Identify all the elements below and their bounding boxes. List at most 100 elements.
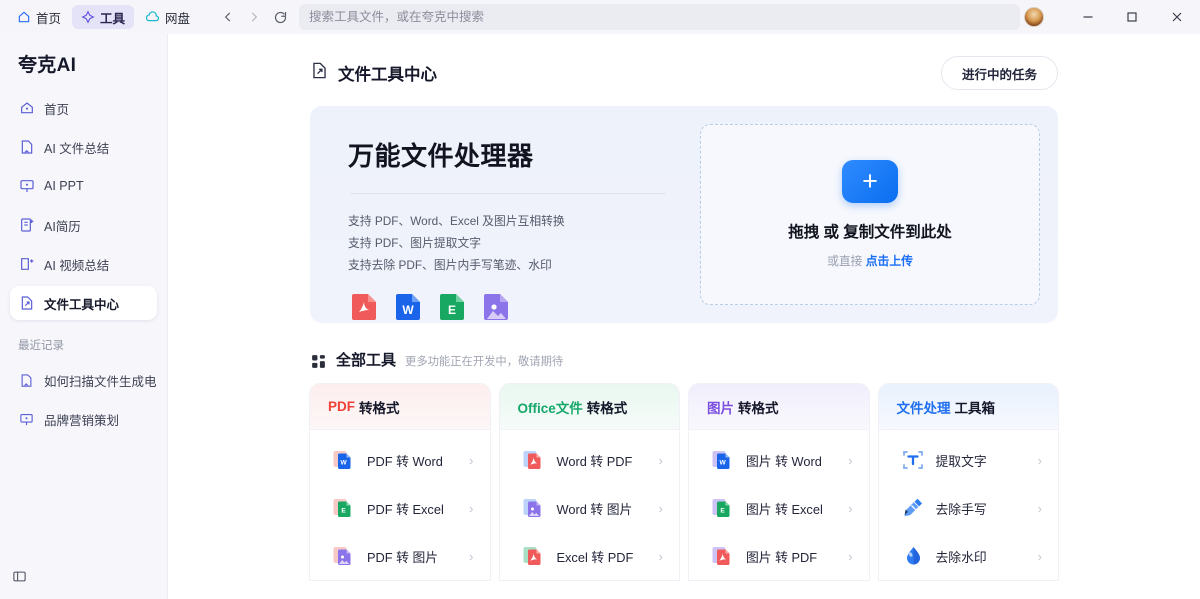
chevron-right-icon: › [659,549,663,564]
svg-text:W: W [402,303,414,317]
svg-text:W: W [719,460,726,467]
word-to-pdf-icon [522,448,546,472]
search-bar[interactable] [299,4,1020,30]
home-circle-icon [18,100,35,117]
hero-feature-1: 支持 PDF、Word、Excel 及图片互相转换 [348,210,686,232]
tool-card-pdf-rows: W PDF 转 Word › [310,430,490,580]
remove-handwriting-icon [901,496,925,520]
chevron-right-icon: › [469,549,473,564]
tool-row-pdf-to-image-label: PDF 转 图片 [367,547,458,566]
all-tools-subtitle: 更多功能正在开发中，敬请期待 [405,353,563,370]
sidebar-item-home[interactable]: 首页 [10,91,157,125]
sidebar-collapse-icon[interactable] [12,569,27,589]
image-file-icon [480,292,512,324]
file-drop-zone[interactable]: + 拖拽 或 复制文件到此处 或直接 点击上传 [700,124,1040,305]
close-button[interactable] [1154,0,1200,34]
tool-row-pdf-to-word-label: PDF 转 Word [367,451,458,470]
chevron-right-icon: › [659,501,663,516]
maximize-button[interactable] [1110,0,1154,34]
tool-card-toolbox-header: 文件处理 工具箱 [879,384,1059,430]
tool-row-extract-text[interactable]: 提取文字 › [879,436,1059,484]
tool-card-office-header: Office文件 转格式 [500,384,680,430]
tool-row-pdf-to-excel[interactable]: E PDF 转 Excel › [310,484,490,532]
sidebar-item-ppt[interactable]: AI PPT [10,169,157,203]
sidebar-item-home-label: 首页 [44,99,69,118]
tool-row-excel-to-pdf[interactable]: Excel 转 PDF › [500,532,680,580]
recent-item-brand-plan[interactable]: 品牌营销策划 [10,402,157,436]
tab-netdisk-label: 网盘 [165,8,190,27]
file-tools-icon [310,61,329,85]
minimize-button[interactable] [1066,0,1110,34]
hero-left: 万能文件处理器 支持 PDF、Word、Excel 及图片互相转换 支持 PDF… [328,124,686,305]
sidebar-item-video-summary[interactable]: AI 视频总结 [10,247,157,281]
file-summary-icon [18,139,35,156]
tool-row-pdf-to-excel-label: PDF 转 Excel [367,499,458,518]
tool-row-pdf-to-image[interactable]: PDF 转 图片 › [310,532,490,580]
tool-row-word-to-pdf[interactable]: Word 转 PDF › [500,436,680,484]
video-summary-icon [18,256,35,273]
back-button[interactable] [215,4,241,30]
hero-title: 万能文件处理器 [348,136,686,173]
chevron-right-icon: › [659,453,663,468]
chevron-right-icon: › [848,549,852,564]
all-tools-header: 全部工具 更多功能正在开发中，敬请期待 [310,349,1058,370]
tab-tools-label: 工具 [100,8,125,27]
tab-tools[interactable]: 工具 [72,5,134,29]
running-tasks-button[interactable]: 进行中的任务 [941,56,1058,90]
page-header: 文件工具中心 进行中的任务 [310,34,1058,90]
tool-card-pdf-keyword: PDF [328,399,355,414]
tool-card-office-rows: Word 转 PDF › [500,430,680,580]
tool-card-image-rows: W 图片 转 Word › [689,430,869,580]
chevron-right-icon: › [469,453,473,468]
pdf-to-image-icon [332,544,356,568]
hero-feature-list: 支持 PDF、Word、Excel 及图片互相转换 支持 PDF、图片提取文字 … [348,210,686,276]
tool-row-image-to-pdf[interactable]: 图片 转 PDF › [689,532,869,580]
tool-card-toolbox-rows: 提取文字 › [879,430,1059,580]
file-summary-icon [18,372,35,389]
window-controls-area [1024,0,1200,34]
title-bar: 首页 工具 网盘 [0,0,1200,34]
add-file-button[interactable]: + [842,160,898,203]
tool-row-remove-handwriting[interactable]: 去除手写 › [879,484,1059,532]
recent-item-scan-doc[interactable]: 如何扫描文件生成电子... [10,363,157,397]
tool-row-remove-handwriting-label: 去除手写 [936,499,1027,518]
click-upload-link[interactable]: 点击上传 [866,254,913,268]
sidebar-item-file-summary[interactable]: AI 文件总结 [10,130,157,164]
sidebar-item-file-tools-label: 文件工具中心 [44,294,119,313]
tool-row-image-to-pdf-label: 图片 转 PDF [746,547,837,566]
tool-row-image-to-word[interactable]: W 图片 转 Word › [689,436,869,484]
avatar[interactable] [1024,7,1044,27]
image-to-excel-icon: E [711,496,735,520]
tool-row-image-to-excel[interactable]: E 图片 转 Excel › [689,484,869,532]
drop-zone-title: 拖拽 或 复制文件到此处 [788,220,952,242]
search-input[interactable] [309,10,1010,24]
cloud-icon [145,10,160,25]
extract-text-icon [901,448,925,472]
pdf-to-excel-icon: E [332,496,356,520]
tool-row-pdf-to-word[interactable]: W PDF 转 Word › [310,436,490,484]
tab-home[interactable]: 首页 [8,5,70,29]
brand-title: 夸克AI [0,34,167,87]
pdf-to-word-icon: W [332,448,356,472]
recent-item-brand-plan-label: 品牌营销策划 [44,410,119,429]
refresh-button[interactable] [267,4,293,30]
sidebar-item-resume[interactable]: AI简历 [10,208,157,242]
tool-row-remove-watermark[interactable]: 去除水印 › [879,532,1059,580]
tool-card-pdf-rest: 转格式 [359,397,400,417]
excel-to-pdf-icon [522,544,546,568]
image-to-pdf-icon [711,544,735,568]
tool-row-image-to-word-label: 图片 转 Word [746,451,837,470]
file-tools-icon [18,295,35,312]
tool-row-word-to-image[interactable]: Word 转 图片 › [500,484,680,532]
forward-button[interactable] [241,4,267,30]
home-icon [17,10,31,24]
chevron-right-icon: › [848,501,852,516]
sidebar-item-ppt-label: AI PPT [44,179,84,193]
sidebar-item-file-tools[interactable]: 文件工具中心 [10,286,157,320]
resume-icon [18,217,35,234]
sidebar-nav: 首页 AI 文件总结 AI PP [0,87,167,325]
svg-text:E: E [448,303,456,317]
tab-netdisk[interactable]: 网盘 [136,5,199,29]
image-to-word-icon: W [711,448,735,472]
sidebar-item-video-summary-label: AI 视频总结 [44,255,109,274]
